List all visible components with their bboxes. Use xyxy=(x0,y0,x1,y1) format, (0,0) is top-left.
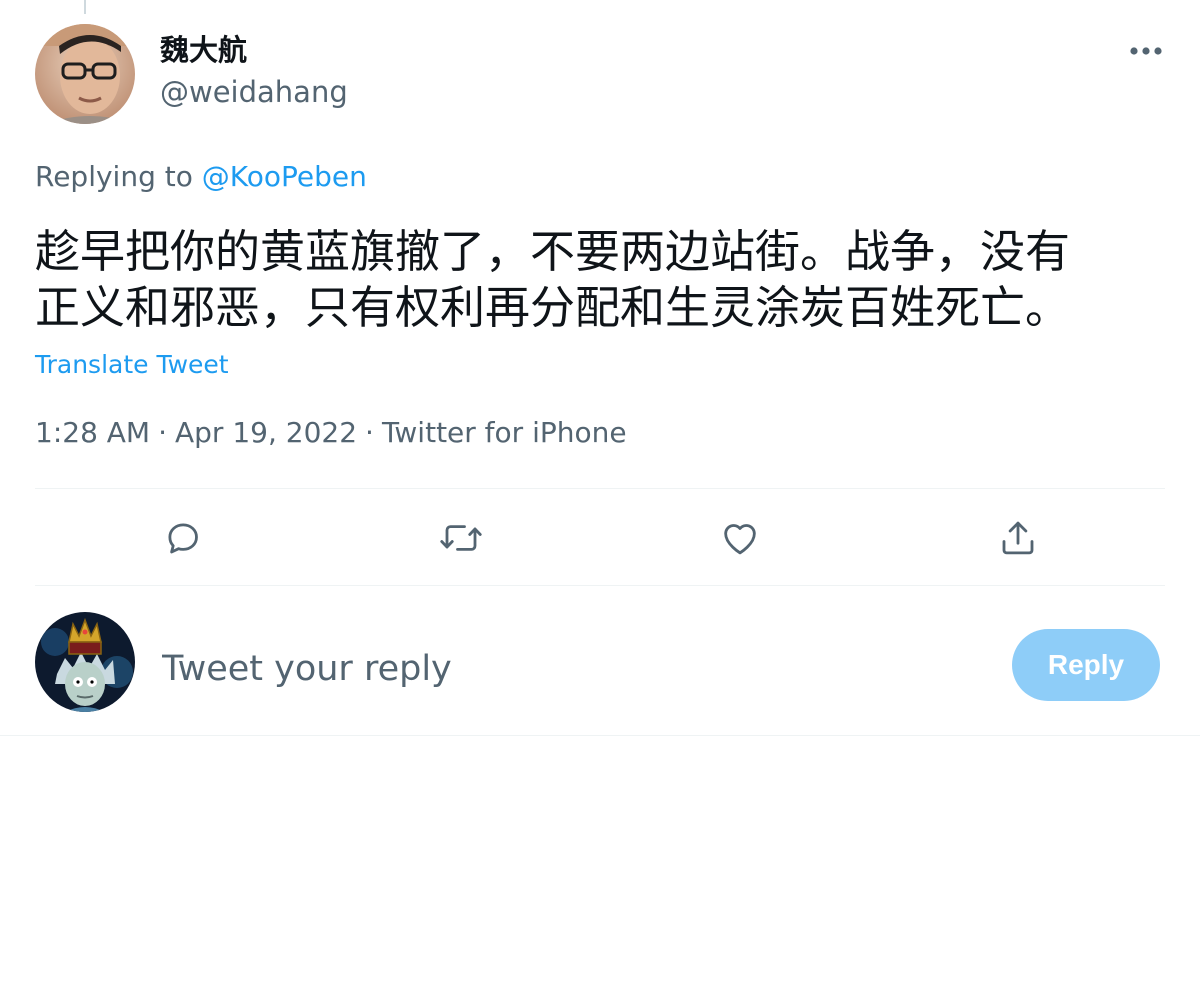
author-avatar[interactable] xyxy=(35,24,135,124)
divider xyxy=(35,585,1165,586)
like-action-button[interactable] xyxy=(715,513,765,563)
more-icon xyxy=(1130,47,1162,55)
heart-icon xyxy=(724,524,756,555)
reply-input[interactable] xyxy=(162,643,942,695)
reply-icon xyxy=(168,523,198,554)
share-action-button[interactable] xyxy=(993,513,1043,563)
divider xyxy=(35,488,1165,489)
author-handle[interactable]: @weidahang xyxy=(160,74,348,110)
retweet-action-button[interactable] xyxy=(436,513,486,563)
divider xyxy=(0,735,1200,736)
replying-to-handle-link[interactable]: @KooPeben xyxy=(202,160,367,193)
tweet-text-line: 正义和邪恶，只有权利再分配和生灵涂炭百姓死亡。 xyxy=(35,281,1071,334)
tweet-text-line: 趁早把你的黄蓝旗撤了，不要两边站街。战争，没有 xyxy=(35,225,1071,278)
tweet-detail-page: 魏大航 @weidahang Replying to @KooPeben 趁早把… xyxy=(0,0,1200,995)
replying-to: Replying to @KooPeben xyxy=(35,159,367,195)
tweet-text: 趁早把你的黄蓝旗撤了，不要两边站街。战争，没有 正义和邪恶，只有权利再分配和生灵… xyxy=(35,224,1175,336)
tweet-source[interactable]: Twitter for iPhone xyxy=(382,416,627,449)
meta-separator: · xyxy=(158,416,167,449)
replying-to-label: Replying to xyxy=(35,160,193,193)
meta-separator: · xyxy=(365,416,374,449)
user-avatar[interactable] xyxy=(35,612,135,712)
reply-submit-button[interactable]: Reply xyxy=(1012,629,1160,701)
share-icon xyxy=(1002,521,1034,555)
tweet-date[interactable]: Apr 19, 2022 xyxy=(175,416,357,449)
author-display-name[interactable]: 魏大航 xyxy=(160,32,247,68)
reply-action-button[interactable] xyxy=(158,513,208,563)
retweet-icon xyxy=(440,525,482,551)
tweet-metadata: 1:28 AM · Apr 19, 2022 · Twitter for iPhone xyxy=(35,415,627,451)
tweet-time[interactable]: 1:28 AM xyxy=(35,416,150,449)
thread-connector xyxy=(84,0,86,14)
more-options-button[interactable] xyxy=(1124,34,1168,68)
translate-tweet-link[interactable]: Translate Tweet xyxy=(35,349,229,381)
